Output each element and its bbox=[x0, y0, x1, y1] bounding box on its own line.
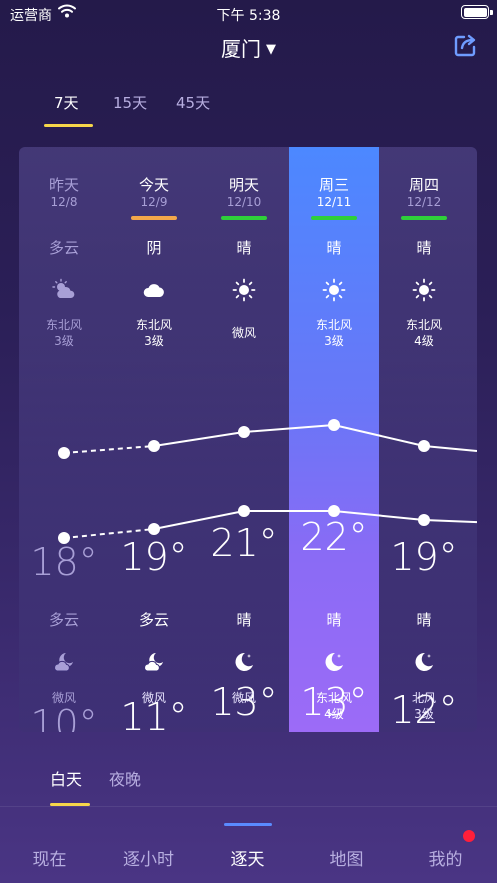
divider bbox=[0, 806, 497, 807]
notification-badge bbox=[463, 830, 475, 842]
city-name: 厦门 bbox=[221, 37, 261, 61]
low-temp-line-past bbox=[63, 528, 155, 539]
bottom-nav: 现在 逐小时 逐天 地图 我的 bbox=[0, 823, 497, 883]
tab-15-days[interactable]: 15天 bbox=[113, 92, 147, 113]
temperature-trend-chart bbox=[58, 419, 477, 544]
tab-7-days[interactable]: 7天 bbox=[54, 92, 79, 113]
high-temp-line-past bbox=[63, 445, 155, 454]
nav-active-indicator bbox=[224, 823, 272, 826]
tab-night[interactable]: 夜晚 bbox=[109, 766, 141, 790]
low-temp-point-2 bbox=[238, 505, 250, 517]
low-temp-point-4 bbox=[418, 514, 430, 526]
low-temp-point-1 bbox=[148, 523, 160, 535]
high-temp-point-3 bbox=[328, 419, 340, 431]
active-tab-underline bbox=[44, 124, 93, 127]
status-time: 下午 5:38 bbox=[216, 8, 281, 24]
high-temp-point-2 bbox=[238, 426, 250, 438]
header: 厦门 ▼ bbox=[0, 28, 497, 68]
nav-mine[interactable]: 我的 bbox=[396, 845, 495, 870]
city-selector[interactable]: 厦门 ▼ bbox=[0, 33, 497, 62]
forecast-card: 昨天 12/8 多云 东北风 3级 18° 10° 多云 微风 今天 12/9 阴… bbox=[19, 147, 477, 732]
high-temp-point-4 bbox=[418, 440, 430, 452]
low-temp-point-3 bbox=[328, 505, 340, 517]
tab-daytime[interactable]: 白天 bbox=[50, 766, 82, 790]
nav-map[interactable]: 地图 bbox=[297, 845, 396, 870]
nav-hourly[interactable]: 逐小时 bbox=[99, 845, 198, 870]
high-temp-point-1 bbox=[148, 440, 160, 452]
status-bar: 运营商 下午 5:38 bbox=[0, 0, 497, 28]
tab-45-days[interactable]: 45天 bbox=[176, 92, 210, 113]
battery-icon bbox=[461, 5, 489, 19]
share-icon[interactable] bbox=[453, 32, 479, 58]
low-temp-point-0 bbox=[58, 532, 70, 544]
nav-daily[interactable]: 逐天 bbox=[198, 845, 297, 870]
nav-now[interactable]: 现在 bbox=[0, 845, 99, 870]
battery-cap bbox=[490, 10, 493, 15]
chevron-down-icon: ▼ bbox=[266, 42, 276, 57]
high-temp-point-0 bbox=[58, 447, 70, 459]
